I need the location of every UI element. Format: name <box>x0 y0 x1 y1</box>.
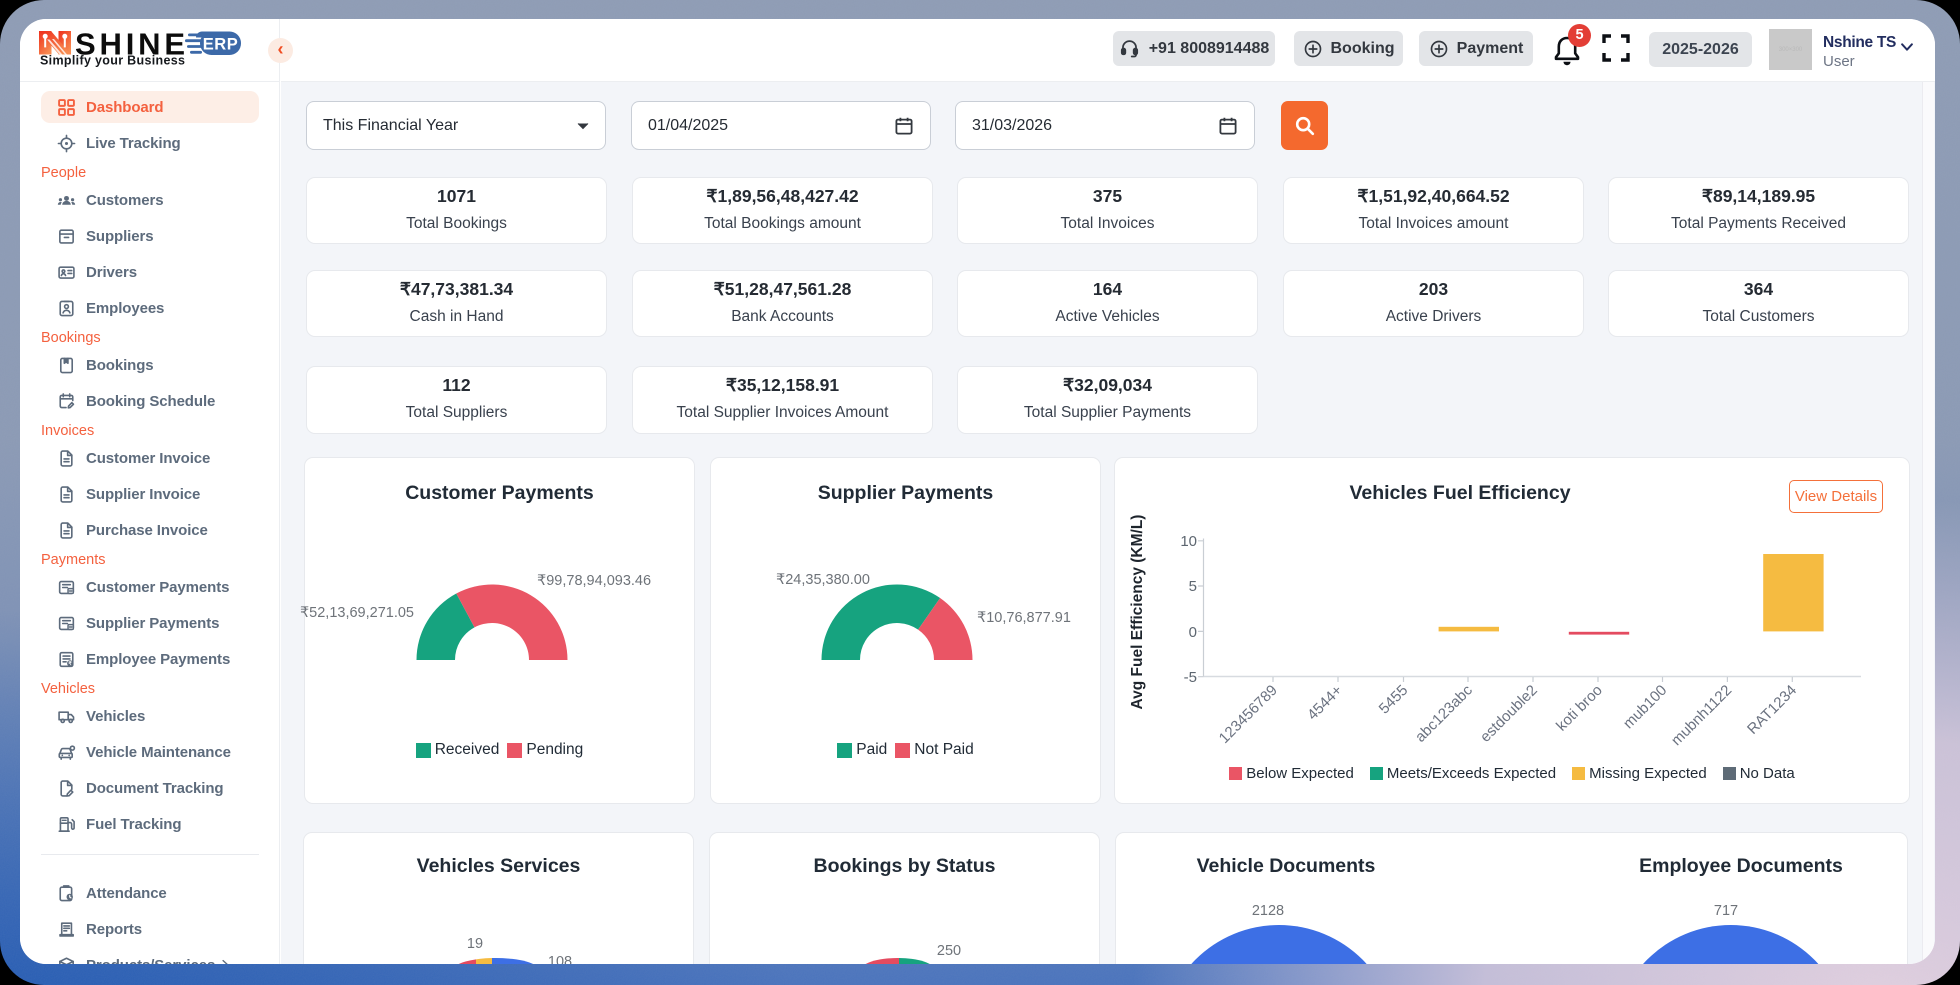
svg-text:Simplify your Business: Simplify your Business <box>40 54 185 68</box>
svg-text:ERP: ERP <box>203 36 238 54</box>
